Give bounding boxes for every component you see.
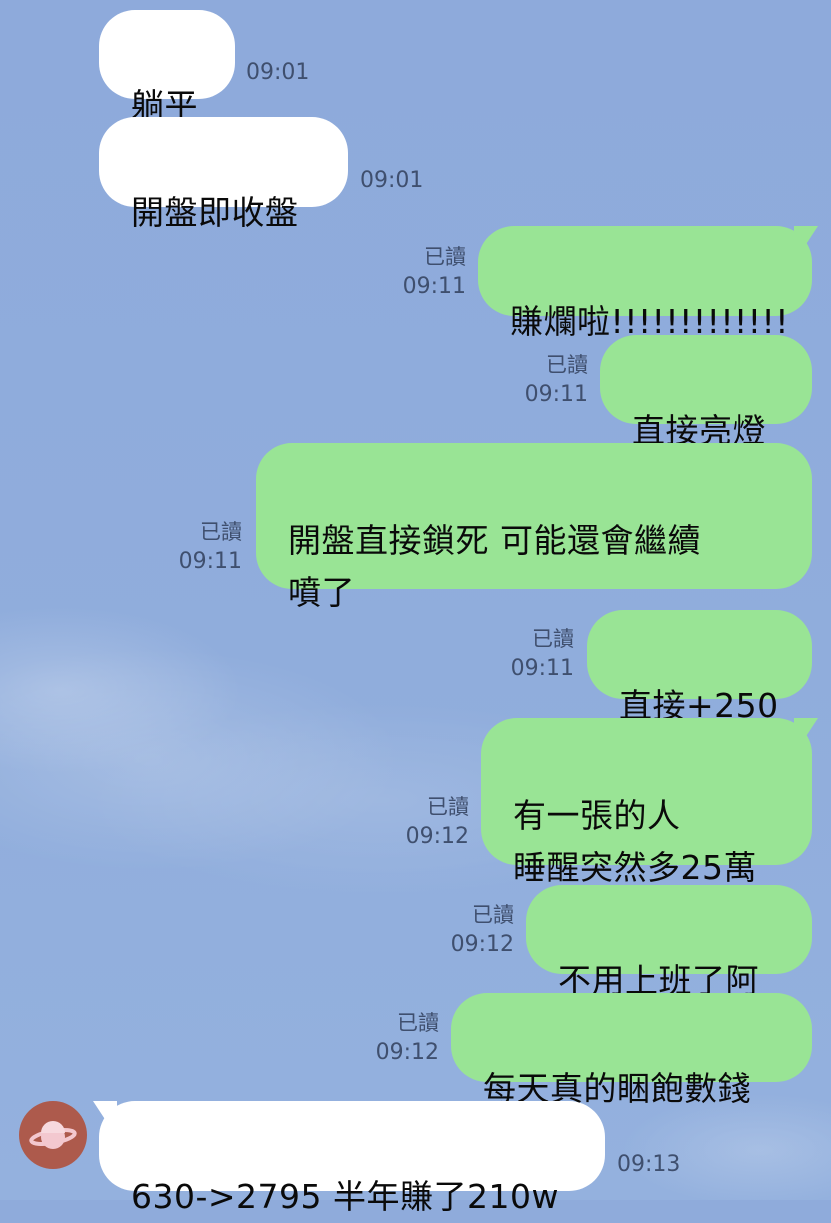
message-text: 630->2795 半年賺了210w [131, 1177, 559, 1216]
message-bubble-outgoing[interactable]: 有一張的人 睡醒突然多25萬 [481, 718, 812, 887]
read-receipt: 已讀 [200, 520, 242, 544]
planet-icon [29, 1121, 77, 1149]
message-meta: 已讀 09:11 [488, 624, 574, 684]
message-time: 09:12 [450, 932, 514, 957]
message-bubble-outgoing[interactable]: 開盤直接鎖死 可能還會繼續 噴了 [256, 443, 812, 612]
message-bubble-outgoing[interactable]: 賺爛啦!!!!!!!!!!!!! [478, 226, 812, 341]
message-time: 09:11 [510, 656, 574, 681]
avatar[interactable] [19, 1101, 87, 1169]
message-meta: 已讀 09:12 [383, 792, 469, 852]
message-bubble-incoming[interactable]: 開盤即收盤 [99, 117, 348, 232]
read-receipt: 已讀 [472, 903, 514, 927]
message-bubble-outgoing[interactable]: 直接+250 [587, 610, 812, 725]
message-time: 09:12 [375, 1040, 439, 1065]
message-time: 09:11 [402, 274, 466, 299]
read-receipt: 已讀 [397, 1011, 439, 1035]
message-bubble-outgoing[interactable]: 直接亮燈 [600, 335, 812, 450]
read-receipt: 已讀 [546, 353, 588, 377]
message-time: 09:01 [360, 168, 424, 193]
message-time: 09:13 [617, 1152, 681, 1177]
message-meta: 已讀 09:11 [502, 350, 588, 410]
message-bubble-incoming[interactable]: 630->2795 半年賺了210w [99, 1101, 605, 1216]
message-time: 09:01 [246, 60, 310, 85]
message-bubble-outgoing[interactable]: 每天真的睏飽數錢 [451, 993, 812, 1108]
message-time: 09:12 [405, 824, 469, 849]
message-meta: 已讀 09:11 [156, 517, 242, 577]
read-receipt: 已讀 [427, 795, 469, 819]
message-meta: 已讀 09:12 [428, 900, 514, 960]
message-meta: 已讀 09:11 [380, 242, 466, 302]
message-bubble-outgoing[interactable]: 不用上班了阿 [526, 885, 812, 1000]
message-bubble-incoming[interactable]: 躺平 [99, 10, 235, 125]
message-time: 09:11 [178, 549, 242, 574]
read-receipt: 已讀 [424, 245, 466, 269]
message-meta: 已讀 09:12 [353, 1008, 439, 1068]
read-receipt: 已讀 [532, 627, 574, 651]
message-text: 有一張的人 睡醒突然多25萬 [513, 796, 757, 887]
message-text: 開盤即收盤 [131, 193, 299, 232]
message-time: 09:11 [524, 382, 588, 407]
